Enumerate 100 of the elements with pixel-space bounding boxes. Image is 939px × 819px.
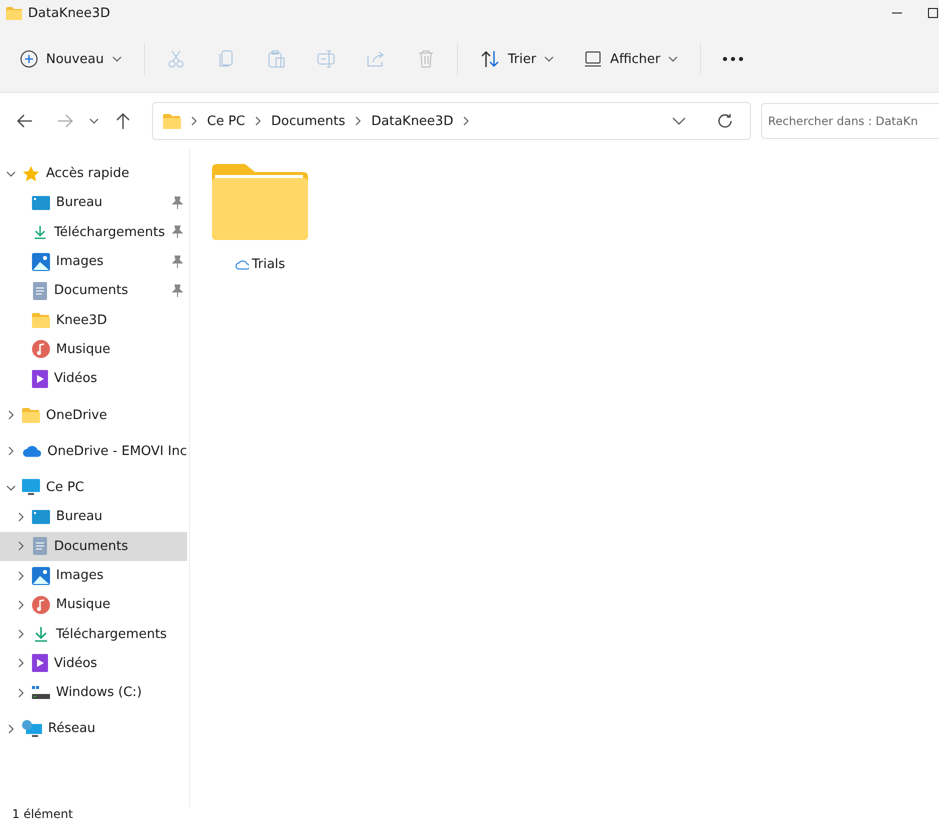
music-icon [32, 596, 50, 614]
chevron-icon [6, 482, 16, 493]
sidebar-label: OneDrive - EMOVI Inc [47, 444, 187, 459]
sidebar-label: Bureau [56, 195, 104, 210]
refresh-icon [717, 113, 733, 129]
sidebar-label: Vidéos [54, 656, 98, 671]
sidebar-item[interactable]: Accès rapide [0, 159, 187, 188]
chevron-icon [6, 446, 16, 456]
window-title: DataKnee3D [28, 6, 112, 20]
music-icon [32, 340, 50, 358]
rename-icon [316, 50, 335, 68]
sidebar-item[interactable]: Vidéos [0, 364, 187, 394]
sidebar-label: Knee3D [56, 312, 108, 328]
sidebar-label: Bureau [56, 509, 104, 524]
back-arrow-icon [17, 114, 33, 128]
sidebar-item[interactable]: Téléchargements [0, 619, 187, 649]
view-button[interactable]: Afficher [574, 41, 688, 77]
sidebar-label: Images [56, 568, 104, 583]
chevron-icon [16, 658, 26, 668]
search-field[interactable]: Rechercher dans : DataKn [761, 103, 939, 139]
sidebar-item[interactable]: Vidéos [0, 648, 187, 678]
copy-icon [216, 50, 235, 68]
chevron-down-icon [672, 116, 686, 126]
sidebar-item[interactable]: Bureau [0, 502, 187, 532]
breadcrumb[interactable]: Documents [271, 114, 346, 128]
chevron-icon [6, 724, 16, 734]
chevron-icon [16, 570, 26, 580]
sidebar-item[interactable]: Documents [0, 276, 187, 306]
share-icon [366, 50, 385, 68]
chevron-icon [6, 168, 16, 179]
sidebar-label: OneDrive [46, 408, 108, 423]
document-icon [32, 537, 48, 556]
caret-icon [89, 116, 99, 126]
scissors-icon [166, 50, 185, 68]
address-bar[interactable]: Ce PC Documents DataKnee3D [152, 102, 751, 140]
file-name[interactable]: Trials [234, 257, 286, 272]
status-count: 1 élément [12, 807, 73, 819]
sidebar-label: Réseau [48, 721, 96, 736]
picture-icon [32, 252, 50, 271]
document-icon [32, 282, 48, 300]
sort-button[interactable]: Trier [470, 41, 564, 77]
chevron-icon [16, 600, 26, 610]
trash-icon [416, 50, 435, 68]
sidebar-item[interactable]: Musique [0, 334, 187, 364]
sidebar-item[interactable]: OneDrive [0, 400, 187, 430]
sidebar-item[interactable]: OneDrive - EMOVI Inc [0, 436, 187, 466]
sidebar-label: Documents [54, 538, 130, 554]
sidebar-item[interactable]: Réseau [0, 714, 187, 744]
caret-icon [668, 54, 678, 64]
folder-icon [163, 114, 181, 128]
sidebar-label: Images [56, 254, 104, 270]
sidebar-label: Téléchargements [56, 626, 168, 642]
sidebar-item[interactable]: Windows (C:) [0, 678, 187, 708]
sidebar-label: Documents [54, 283, 130, 298]
desktop-icon [32, 508, 50, 525]
sidebar-item[interactable]: Musique [0, 590, 187, 620]
sort-icon [480, 50, 500, 68]
separator-icon [189, 116, 199, 126]
sidebar-item[interactable]: Téléchargements [0, 218, 187, 247]
folder-icon [6, 6, 22, 20]
new-button[interactable]: Nouveau [10, 41, 132, 77]
video-icon [32, 654, 48, 672]
breadcrumb[interactable]: DataKnee3D [371, 114, 454, 128]
sidebar-label: Windows (C:) [56, 685, 143, 700]
monitor-icon [584, 51, 602, 67]
sidebar-label: Vidéos [54, 371, 98, 386]
sidebar-item[interactable]: Images [0, 246, 187, 276]
sidebar-item[interactable]: Images [0, 560, 187, 590]
folder-icon [22, 408, 40, 423]
cloud-icon [22, 444, 42, 458]
forward-arrow-icon [57, 114, 73, 128]
sidebar-label: Musique [56, 342, 112, 357]
sidebar-item[interactable]: Bureau [0, 188, 187, 218]
sidebar-item[interactable]: Documents [0, 532, 187, 561]
star-icon [22, 164, 40, 183]
chevron-icon [16, 629, 26, 640]
chevron-icon [6, 410, 16, 420]
video-icon [32, 370, 48, 388]
sidebar-item[interactable]: Ce PC [0, 472, 187, 502]
separator-icon [353, 116, 364, 126]
desktop-icon [32, 194, 50, 211]
drive-icon [32, 686, 50, 700]
chevron-icon [16, 541, 26, 552]
folder-icon [32, 312, 50, 328]
plus-circle-icon [20, 50, 38, 68]
caret-icon [544, 54, 554, 64]
sidebar-label: Accès rapide [46, 166, 130, 182]
sidebar-label: Téléchargements [54, 224, 165, 240]
monitor-icon [22, 478, 40, 497]
maximize-icon [928, 8, 938, 18]
network-icon [22, 720, 42, 738]
folder-icon [211, 163, 309, 241]
download-icon [32, 223, 48, 242]
download-icon [32, 625, 50, 644]
sidebar-label: Musique [56, 597, 112, 612]
sidebar-item[interactable]: Knee3D [0, 305, 187, 335]
up-arrow-icon [116, 113, 130, 129]
clipboard-icon [266, 50, 285, 68]
separator-icon [253, 116, 264, 126]
breadcrumb[interactable]: Ce PC [207, 114, 246, 128]
